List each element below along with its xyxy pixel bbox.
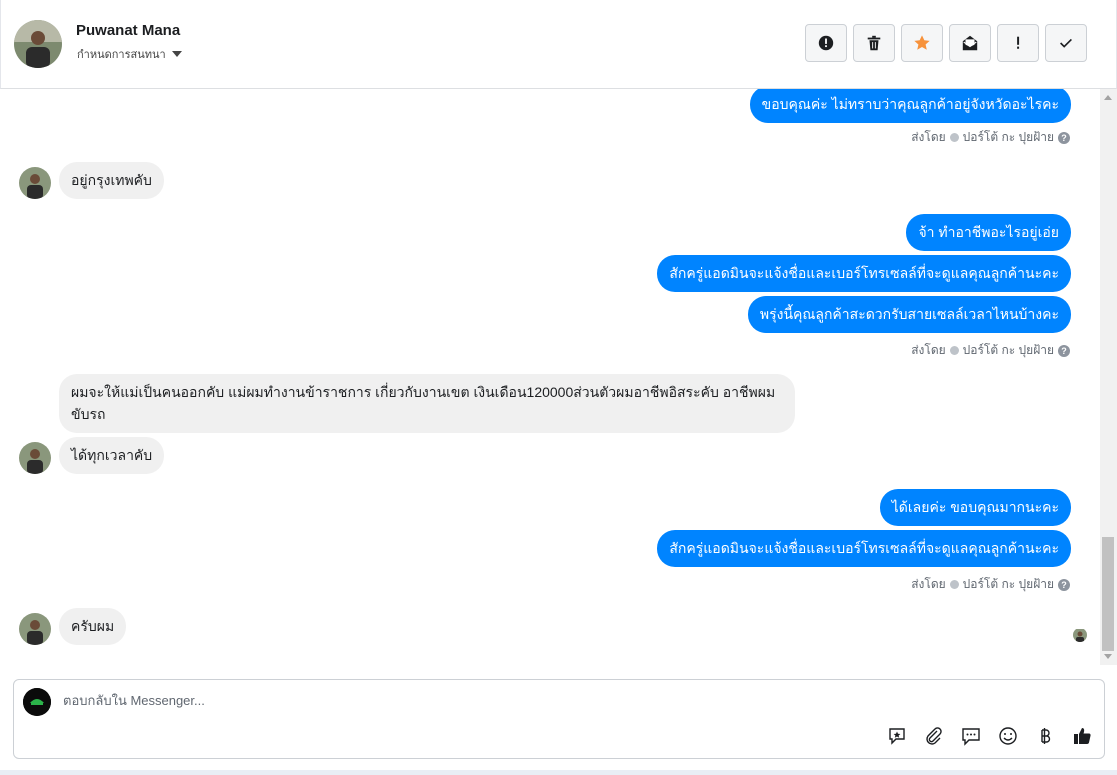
- contact-message-avatar: [19, 613, 51, 645]
- scroll-down-arrow-icon[interactable]: [1104, 654, 1112, 659]
- done-button[interactable]: [1045, 24, 1087, 62]
- sent-by-agent: ปอร์โต้ กะ ปุยฝ้าย: [962, 343, 1054, 357]
- star-button[interactable]: [901, 24, 943, 62]
- help-icon[interactable]: ?: [1058, 578, 1070, 591]
- page-avatar: [23, 688, 51, 716]
- sent-by-label: ส่งโดย: [911, 343, 946, 357]
- outgoing-message[interactable]: จ้า ทำอาชีพอะไรอยู่เอ่ย: [906, 214, 1071, 251]
- outgoing-message[interactable]: สักครู่แอดมินจะแจ้งชื่อและเบอร์โทรเซลล์ท…: [657, 530, 1071, 567]
- outgoing-message[interactable]: ขอบคุณค่ะ ไม่ทราบว่าคุณลูกค้าอยู่จังหวัด…: [749, 89, 1071, 123]
- trash-icon: [867, 35, 881, 51]
- scroll-up-arrow-icon[interactable]: [1104, 95, 1112, 100]
- sent-by-note: ส่งโดย ปอร์โต้ กะ ปุยฝ้าย ?: [911, 128, 1070, 147]
- message-thread: ขอบคุณค่ะ ไม่ทราบว่าคุณลูกค้าอยู่จังหวัด…: [0, 89, 1117, 665]
- baht-payment-icon[interactable]: [1033, 724, 1057, 748]
- sent-by-agent: ปอร์โต้ กะ ปุยฝ้าย: [962, 577, 1054, 591]
- seen-indicator-avatar: [1073, 628, 1087, 642]
- incoming-message[interactable]: ครับผม: [59, 608, 127, 645]
- sent-by-label: ส่งโดย: [911, 577, 946, 591]
- scrollbar-thumb[interactable]: [1102, 537, 1114, 651]
- incoming-message[interactable]: อยู่กรุงเทพคับ: [59, 162, 164, 199]
- contact-name[interactable]: Puwanat Mana: [76, 22, 180, 39]
- saved-reply-icon[interactable]: [885, 724, 909, 748]
- check-icon: [1060, 38, 1072, 48]
- outgoing-message[interactable]: พรุ่งนี้คุณลูกค้าสะดวกรับสายเซลล์เวลาไหน…: [747, 296, 1071, 333]
- chat-bubble-icon[interactable]: [959, 724, 983, 748]
- outgoing-message[interactable]: สักครู่แอดมินจะแจ้งชื่อและเบอร์โทรเซลล์ท…: [657, 255, 1071, 292]
- outgoing-message[interactable]: ได้เลยค่ะ ขอบคุณมากนะคะ: [879, 489, 1071, 526]
- thread-scrollbar[interactable]: [1100, 89, 1117, 665]
- delete-button[interactable]: [853, 24, 895, 62]
- contact-avatar[interactable]: [14, 20, 62, 68]
- conversation-settings-label: กำหนดการสนทนา: [77, 49, 166, 61]
- attachment-icon[interactable]: [922, 724, 946, 748]
- spam-button[interactable]: [805, 24, 847, 62]
- composer-toolbar: [885, 724, 1094, 748]
- incoming-message[interactable]: ผมจะให้แม่เป็นคนออกคับ แม่ผมทำงานข้าราชก…: [59, 374, 795, 433]
- emoji-icon[interactable]: [996, 724, 1020, 748]
- help-icon[interactable]: ?: [1058, 344, 1070, 357]
- verified-icon: [949, 580, 959, 589]
- sent-by-label: ส่งโดย: [911, 130, 946, 144]
- caret-down-icon: [171, 51, 182, 57]
- header-toolbar: [805, 24, 1087, 62]
- message-composer: [13, 679, 1105, 759]
- star-icon: [914, 35, 930, 50]
- window-bottom-edge: [0, 770, 1117, 775]
- contact-message-avatar: [19, 167, 51, 199]
- thumbs-up-icon[interactable]: [1070, 724, 1094, 748]
- exclamation-icon: [1017, 36, 1020, 49]
- sent-by-note: ส่งโดย ปอร์โต้ กะ ปุยฝ้าย ?: [911, 575, 1070, 594]
- conversation-settings-dropdown[interactable]: กำหนดการสนทนา: [77, 45, 182, 63]
- help-icon[interactable]: ?: [1058, 131, 1070, 144]
- sent-by-note: ส่งโดย ปอร์โต้ กะ ปุยฝ้าย ?: [911, 341, 1070, 360]
- mark-unread-button[interactable]: [949, 24, 991, 62]
- important-button[interactable]: [997, 24, 1039, 62]
- envelope-open-icon: [962, 35, 978, 51]
- verified-icon: [949, 133, 959, 142]
- verified-icon: [949, 346, 959, 355]
- contact-message-avatar: [19, 442, 51, 474]
- alert-circle-icon: [818, 35, 834, 51]
- conversation-header: Puwanat Mana กำหนดการสนทนา: [0, 0, 1117, 89]
- incoming-message[interactable]: ได้ทุกเวลาคับ: [59, 437, 165, 474]
- sent-by-agent: ปอร์โต้ กะ ปุยฝ้าย: [962, 130, 1054, 144]
- reply-input[interactable]: [63, 693, 863, 708]
